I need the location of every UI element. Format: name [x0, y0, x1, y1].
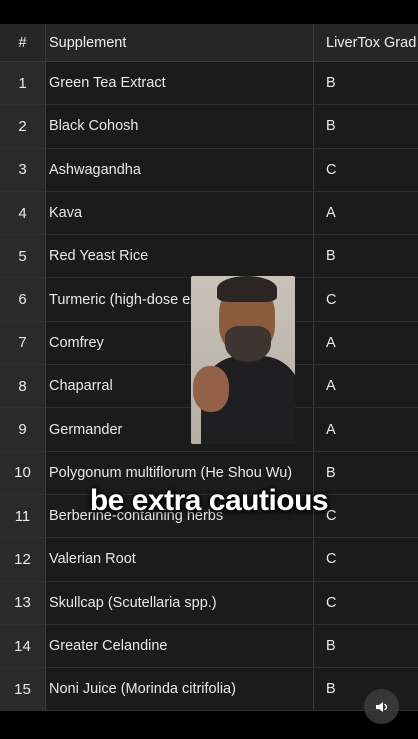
presenter-video-overlay — [191, 276, 295, 444]
livertox-grade: C — [326, 291, 337, 308]
livertox-grade: A — [326, 334, 336, 351]
row-number: 15 — [0, 668, 46, 711]
supplement-name: Red Yeast Rice — [46, 235, 314, 278]
row-number: 8 — [0, 365, 46, 408]
livertox-grade: A — [326, 421, 336, 438]
header-num: # — [0, 24, 46, 61]
supplement-name: Ashwagandha — [46, 148, 314, 191]
livertox-grade: B — [326, 248, 336, 265]
livertox-grade: A — [326, 378, 336, 395]
table-row: 15 Noni Juice (Morinda citrifolia) B — [0, 668, 418, 712]
livertox-grade: B — [326, 118, 336, 135]
livertox-grade: C — [326, 551, 337, 568]
row-number: 6 — [0, 278, 46, 321]
supplement-name: Skullcap (Scutellaria spp.) — [46, 581, 314, 624]
table-row: 3 Ashwagandha C — [0, 148, 418, 192]
livertox-grade: C — [326, 594, 337, 611]
livertox-grade: B — [326, 638, 336, 654]
row-number: 2 — [0, 105, 46, 148]
table-row: 12 Valerian Root C — [0, 538, 418, 582]
table-row: 14 Greater Celandine B — [0, 624, 418, 669]
row-number: 3 — [0, 148, 46, 191]
video-caption: be extra cautious — [89, 484, 329, 517]
row-number: 12 — [0, 538, 46, 581]
speaker-icon — [375, 701, 387, 712]
supplement-name: Noni Juice (Morinda citrifolia) — [46, 668, 314, 711]
row-number: 7 — [0, 321, 46, 365]
header-grade: LiverTox Grad — [326, 34, 417, 51]
livertox-grade: C — [326, 161, 337, 178]
supplement-name: Black Cohosh — [46, 105, 314, 148]
supplement-name: Greater Celandine — [46, 624, 314, 668]
sound-toggle-button[interactable] — [364, 689, 399, 724]
header-supplement: Supplement — [46, 24, 314, 61]
row-number: 14 — [0, 624, 46, 668]
livertox-grade: A — [326, 205, 336, 222]
table-row: 1 Green Tea Extract B — [0, 62, 418, 106]
row-number: 1 — [0, 62, 46, 105]
table-row: 13 Skullcap (Scutellaria spp.) C — [0, 581, 418, 625]
row-number: 13 — [0, 581, 46, 624]
livertox-grade: B — [326, 75, 336, 92]
table-row: 5 Red Yeast Rice B — [0, 235, 418, 279]
row-number: 5 — [0, 235, 46, 278]
row-number: 4 — [0, 191, 46, 235]
supplement-name: Kava — [46, 191, 314, 235]
table-row: 4 Kava A — [0, 191, 418, 236]
table-row: 2 Black Cohosh B — [0, 105, 418, 149]
supplement-name: Green Tea Extract — [46, 62, 314, 105]
row-number: 9 — [0, 408, 46, 451]
table-header-row: # Supplement LiverTox Grad — [0, 24, 418, 62]
supplement-name: Valerian Root — [46, 538, 314, 581]
